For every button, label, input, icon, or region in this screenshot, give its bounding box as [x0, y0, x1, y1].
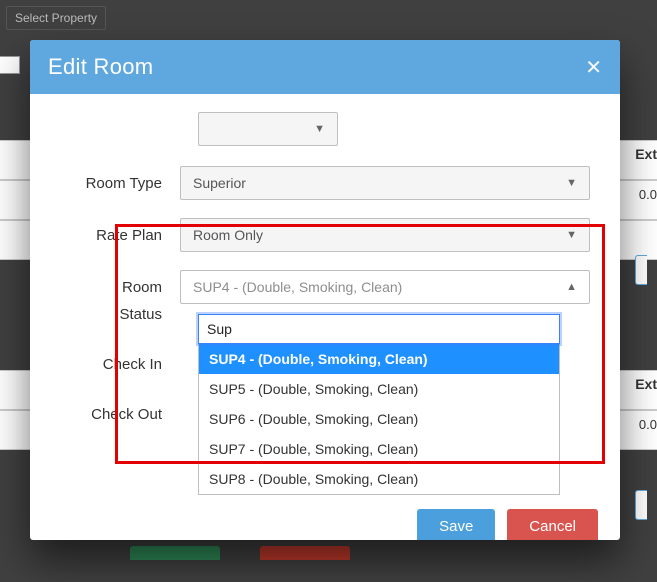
room-search-input[interactable] — [198, 314, 560, 344]
status-label: Status — [60, 289, 180, 339]
modal-footer: Save Cancel — [30, 495, 620, 540]
room-option[interactable]: SUP5 - (Double, Smoking, Clean) — [199, 374, 559, 404]
rate-plan-label: Rate Plan — [60, 227, 180, 244]
bg-ext-value: 0.0 — [639, 180, 657, 208]
bg-ext-header: Ext — [635, 370, 657, 398]
chevron-down-icon: ▼ — [314, 123, 325, 135]
room-type-label: Room Type — [60, 175, 180, 192]
checkout-label: Check Out — [60, 389, 180, 439]
chevron-down-icon: ▼ — [566, 229, 577, 241]
chevron-down-icon: ▼ — [566, 177, 577, 189]
close-icon[interactable]: ✕ — [585, 55, 602, 80]
room-type-value: Superior — [193, 175, 246, 191]
bg-button-fragment — [635, 255, 647, 285]
room-option[interactable]: SUP8 - (Double, Smoking, Clean) — [199, 464, 559, 494]
bg-button-fragment — [260, 546, 350, 560]
modal-body: ▼ Room Type Superior ▼ Rate Plan Room On… — [30, 94, 620, 495]
modal-title: Edit Room — [48, 54, 153, 80]
chevron-up-icon: ▲ — [566, 281, 577, 293]
select-property-button[interactable]: Select Property — [6, 6, 106, 30]
room-select[interactable]: SUP4 - (Double, Smoking, Clean) ▲ — [180, 270, 590, 304]
quantity-select[interactable]: ▼ — [198, 112, 338, 146]
edit-room-modal: Edit Room ✕ ▼ Room Type Superior ▼ Rate … — [30, 40, 620, 540]
bg-ext-value: 0.0 — [639, 410, 657, 438]
bg-tab-fragment — [0, 56, 20, 74]
cancel-button[interactable]: Cancel — [507, 509, 598, 540]
rate-plan-select[interactable]: Room Only ▼ — [180, 218, 590, 252]
room-option[interactable]: SUP6 - (Double, Smoking, Clean) — [199, 404, 559, 434]
room-type-select[interactable]: Superior ▼ — [180, 166, 590, 200]
bg-button-fragment — [130, 546, 220, 560]
bg-ext-header: Ext — [635, 140, 657, 168]
checkin-label: Check In — [60, 339, 180, 389]
rate-plan-value: Room Only — [193, 227, 263, 243]
room-option-list: SUP4 - (Double, Smoking, Clean) SUP5 - (… — [198, 344, 560, 495]
modal-header: Edit Room ✕ — [30, 40, 620, 94]
room-combobox: SUP4 - (Double, Smoking, Clean) SUP5 - (… — [198, 314, 560, 495]
room-selected-value: SUP4 - (Double, Smoking, Clean) — [193, 279, 402, 295]
room-option[interactable]: SUP4 - (Double, Smoking, Clean) — [199, 344, 559, 374]
bg-button-fragment — [635, 490, 647, 520]
side-labels: Status Check In Check Out — [60, 289, 180, 439]
save-button[interactable]: Save — [417, 509, 495, 540]
room-option[interactable]: SUP7 - (Double, Smoking, Clean) — [199, 434, 559, 464]
